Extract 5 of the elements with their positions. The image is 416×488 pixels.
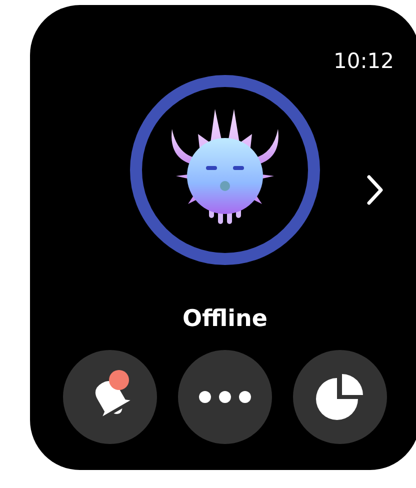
- more-icon: [198, 390, 252, 404]
- chevron-right-icon[interactable]: [366, 174, 384, 206]
- pie-chart-icon: [315, 372, 365, 422]
- clock-time: 10:12: [333, 49, 394, 73]
- status-label: Offline: [182, 305, 268, 333]
